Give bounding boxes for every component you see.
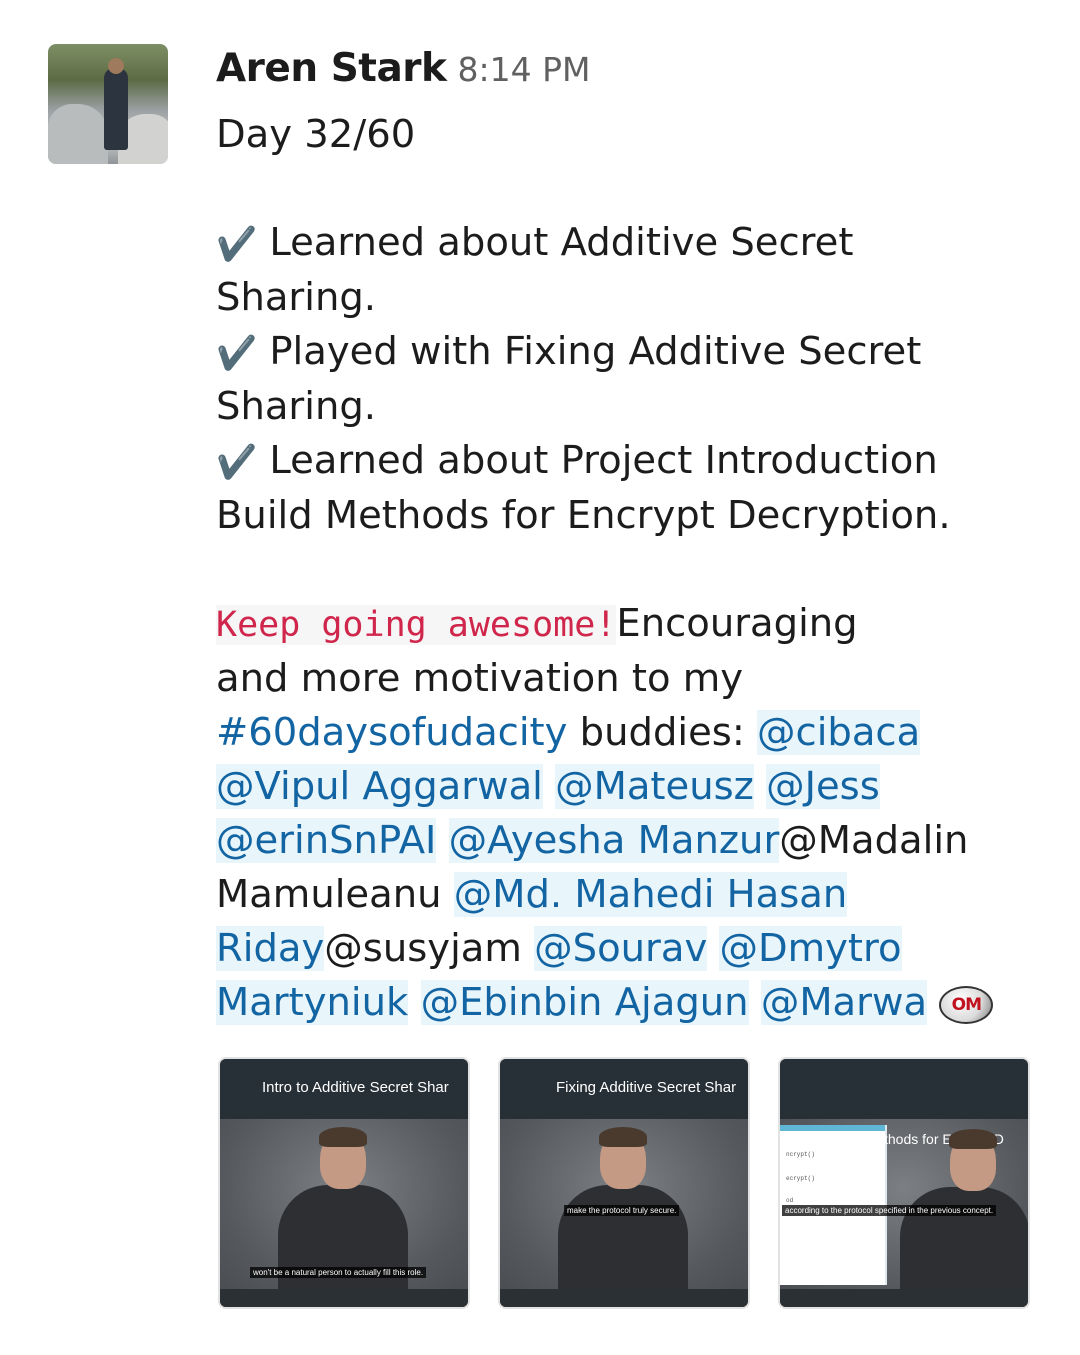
- avatar-rock: [48, 104, 108, 164]
- video-footer: [500, 1289, 748, 1307]
- panel-line: ncrypt(): [786, 1151, 815, 1158]
- video-footer: [220, 1289, 468, 1307]
- mention-vipul[interactable]: @Vipul Aggarwal: [216, 764, 543, 809]
- mentions-line: @Vipul Aggarwal @Mateusz @Jess: [216, 760, 1016, 814]
- avatar-head: [108, 58, 124, 74]
- author-name[interactable]: Aren Stark: [216, 46, 447, 91]
- video-caption: according to the protocol specified in t…: [782, 1205, 997, 1216]
- checkmark-icon: ✔️: [216, 224, 258, 263]
- mentions-line: Mamuleanu @Md. Mahedi Hasan: [216, 868, 1016, 922]
- text: Encouraging: [616, 601, 858, 646]
- avatar-person: [104, 68, 128, 150]
- attachment-thumbnail[interactable]: Intro to Additive Secret Shar won't be a…: [218, 1057, 470, 1309]
- mention-madalin-cont: Mamuleanu: [216, 872, 442, 917]
- mentions-line: @erinSnPAI @Ayesha Manzur@Madalin: [216, 814, 1016, 868]
- motivation-line: Keep going awesome!Encouraging: [216, 597, 1016, 652]
- checkmark-icon: ✔️: [216, 442, 258, 481]
- message-header: Aren Stark 8:14 PM: [216, 46, 591, 91]
- panel-top-bar: [780, 1125, 885, 1131]
- video-footer: [780, 1289, 1028, 1307]
- om-badge-icon: OM: [939, 985, 994, 1024]
- video-title-bar: [780, 1059, 1028, 1119]
- list-item: ✔️ Played with Fixing Additive Secret: [216, 325, 1016, 380]
- mention-mahedi[interactable]: @Md. Mahedi Hasan: [453, 872, 848, 917]
- video-caption: won't be a natural person to actually fi…: [250, 1267, 427, 1278]
- list-item: ✔️ Learned about Additive Secret: [216, 216, 1016, 271]
- item-text: Learned about Project Introduction: [269, 438, 938, 483]
- avatar[interactable]: [48, 44, 168, 164]
- presenter-body: [558, 1185, 688, 1295]
- checkmark-icon: ✔️: [216, 333, 258, 372]
- panel-line: od: [786, 1197, 794, 1204]
- list-item: ✔️ Learned about Project Introduction: [216, 434, 1016, 489]
- presenter-body: [900, 1187, 1028, 1297]
- item-text: Played with Fixing Additive Secret: [269, 329, 922, 374]
- presenter-hair: [319, 1127, 367, 1147]
- buddies-line: #60daysofudacity buddies: @cibaca: [216, 706, 1016, 760]
- message-body: Day 32/60 ✔️ Learned about Additive Secr…: [216, 108, 1016, 1030]
- mention-sourav[interactable]: @Sourav: [534, 926, 708, 971]
- item-text-cont: Sharing.: [216, 275, 377, 320]
- presenter-body: [278, 1185, 408, 1295]
- panel-line: ecrypt(): [786, 1175, 815, 1182]
- attachment-thumbnail[interactable]: Fixing Additive Secret Shar make the pro…: [498, 1057, 750, 1309]
- video-title: Intro to Additive Secret Shar: [262, 1079, 449, 1096]
- mention-susyjam: @susyjam: [324, 926, 522, 971]
- mentions-line: Martyniuk @Ebinbin Ajagun @Marwa OM: [216, 976, 1016, 1030]
- presenter-hair: [599, 1127, 647, 1147]
- mention-dmytro[interactable]: @Dmytro: [719, 926, 902, 971]
- video-title: Fixing Additive Secret Shar: [556, 1079, 737, 1096]
- mention-ebinbin[interactable]: @Ebinbin Ajagun: [420, 980, 749, 1025]
- mention-ayesha[interactable]: @Ayesha Manzur: [448, 818, 780, 863]
- inline-code: Keep going awesome!: [216, 605, 617, 645]
- item-text: Learned about Additive Secret: [269, 220, 854, 265]
- item-text-cont: Build Methods for Encrypt Decryption.: [216, 493, 951, 538]
- mention-cibaca[interactable]: @cibaca: [757, 710, 921, 755]
- mention-jess[interactable]: @Jess: [766, 764, 880, 809]
- mentions-line: Riday@susyjam @Sourav @Dmytro: [216, 922, 1016, 976]
- mention-mateusz[interactable]: @Mateusz: [555, 764, 754, 809]
- day-counter: Day 32/60: [216, 112, 416, 157]
- video-caption: make the protocol truly secure.: [564, 1205, 680, 1216]
- mention-dmytro-cont[interactable]: Martyniuk: [216, 980, 409, 1025]
- motivation-line: and more motivation to my: [216, 656, 744, 701]
- hashtag-link[interactable]: #60daysofudacity: [216, 710, 567, 755]
- mention-marwa[interactable]: @Marwa: [760, 980, 928, 1025]
- message-timestamp[interactable]: 8:14 PM: [458, 50, 591, 89]
- presenter-hair: [949, 1129, 997, 1149]
- text: buddies:: [567, 710, 758, 755]
- mention-erin[interactable]: @erinSnPAI: [216, 818, 437, 863]
- item-text-cont: Sharing.: [216, 384, 377, 429]
- mention-mahedi-cont[interactable]: Riday: [216, 926, 325, 971]
- mention-madalin: @Madalin: [779, 818, 969, 863]
- attachment-thumbnail[interactable]: ncrypt() ecrypt() od thods for Encrypt D…: [778, 1057, 1030, 1309]
